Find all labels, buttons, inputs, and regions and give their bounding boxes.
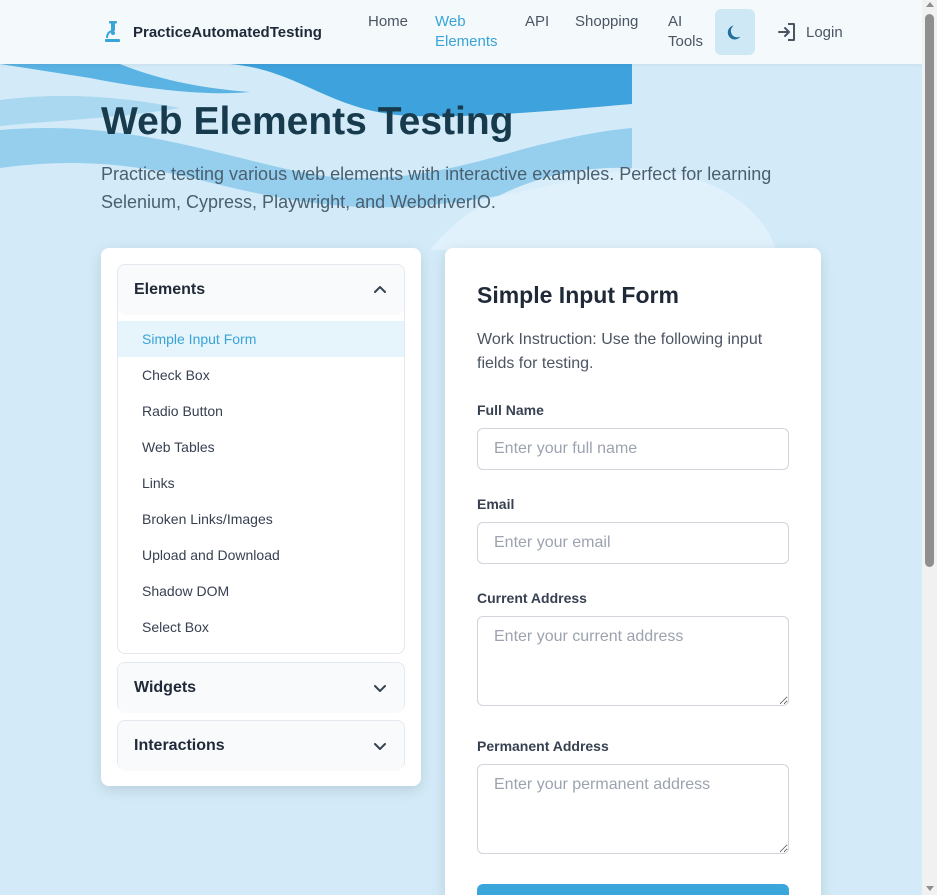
sidebar-card: Elements Simple Input Form Check Box Rad… (101, 248, 421, 786)
simple-input-form-card: Simple Input Form Work Instruction: Use … (445, 248, 821, 895)
page-title: Web Elements Testing (101, 100, 514, 143)
sidebar-item-links[interactable]: Links (118, 465, 404, 501)
email-label: Email (477, 496, 515, 512)
brand-name: PracticeAutomatedTesting (133, 23, 322, 41)
moon-icon (727, 25, 741, 40)
accordion-title: Widgets (134, 679, 197, 696)
accordion-header-interactions[interactable]: Interactions (118, 721, 404, 771)
chevron-down-icon (374, 685, 386, 692)
accordion-header-elements[interactable]: Elements (118, 265, 404, 315)
sidebar-item-upload-download[interactable]: Upload and Download (118, 537, 404, 573)
accordion-items: Simple Input Form Check Box Radio Button… (118, 315, 404, 645)
form-instruction: Work Instruction: Use the following inpu… (477, 331, 763, 372)
microscope-icon (105, 21, 120, 42)
accordion-title: Elements (134, 281, 206, 298)
sidebar-item-radio-button[interactable]: Radio Button (118, 393, 404, 429)
email-input[interactable] (477, 522, 789, 564)
nav-shopping[interactable]: Shopping (575, 12, 638, 32)
login-label: Login (806, 23, 843, 41)
accordion-interactions: Interactions (117, 720, 405, 771)
nav-ai-tools[interactable]: AI Tools (668, 12, 703, 52)
full-name-label: Full Name (477, 402, 544, 418)
login-icon (778, 23, 795, 41)
full-name-input[interactable] (477, 428, 789, 470)
nav-api[interactable]: API (525, 12, 549, 32)
brand-link[interactable]: PracticeAutomatedTesting (103, 20, 322, 44)
sidebar-item-broken-links[interactable]: Broken Links/Images (118, 501, 404, 537)
scrollbar-thumb[interactable] (925, 14, 934, 567)
top-navbar: PracticeAutomatedTesting Home Web Elemen… (0, 0, 922, 64)
chevron-up-icon (374, 286, 386, 293)
page-subtitle: Practice testing various web elements wi… (101, 164, 772, 212)
sidebar-item-web-tables[interactable]: Web Tables (118, 429, 404, 465)
scroll-down-arrow-icon[interactable] (926, 886, 934, 891)
permanent-address-textarea[interactable] (477, 764, 789, 854)
sidebar-item-check-box[interactable]: Check Box (118, 357, 404, 393)
theme-toggle-button[interactable] (715, 9, 755, 55)
scroll-up-arrow-icon[interactable] (926, 2, 934, 7)
chevron-down-icon (374, 743, 386, 750)
nav-web-elements[interactable]: Web Elements (435, 12, 498, 52)
current-address-label: Current Address (477, 590, 587, 606)
permanent-address-label: Permanent Address (477, 738, 609, 754)
current-address-textarea[interactable] (477, 616, 789, 706)
sidebar-item-select-box[interactable]: Select Box (118, 609, 404, 645)
accordion-widgets: Widgets (117, 662, 405, 713)
accordion-elements: Elements Simple Input Form Check Box Rad… (117, 264, 405, 654)
accordion-header-widgets[interactable]: Widgets (118, 663, 404, 713)
form-title: Simple Input Form (477, 282, 679, 308)
sidebar-item-shadow-dom[interactable]: Shadow DOM (118, 573, 404, 609)
login-button[interactable]: Login (776, 21, 843, 43)
nav-home[interactable]: Home (368, 12, 408, 32)
submit-button[interactable] (477, 884, 789, 895)
accordion-title: Interactions (134, 737, 225, 754)
sidebar-item-simple-input-form[interactable]: Simple Input Form (118, 321, 404, 357)
